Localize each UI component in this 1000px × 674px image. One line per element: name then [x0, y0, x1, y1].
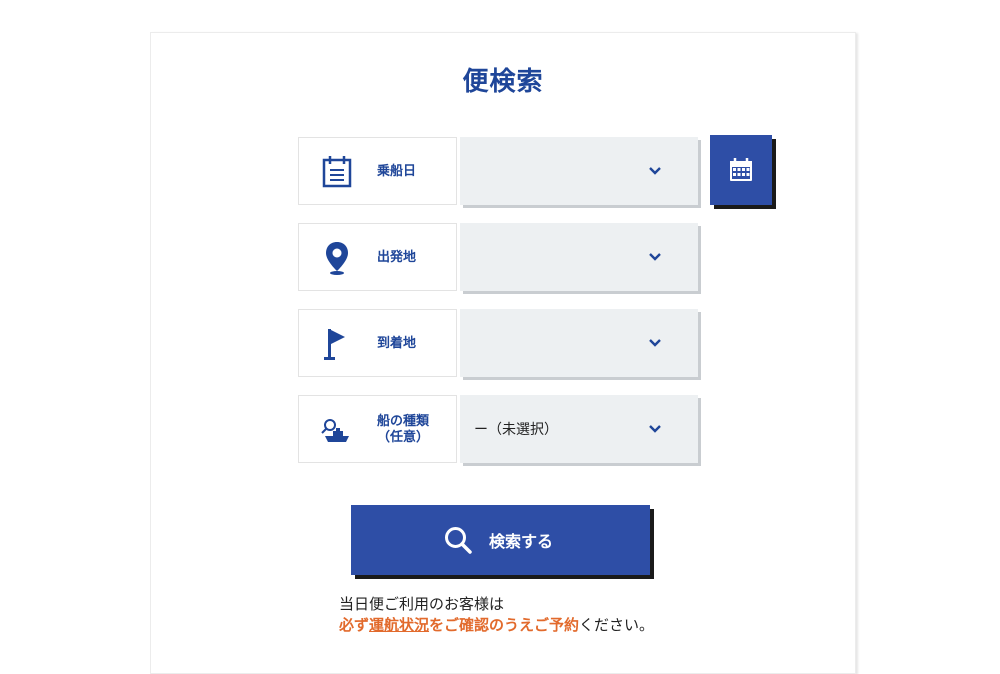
ship-type-label: 船の種類 （任意）	[377, 396, 429, 464]
service-status-link[interactable]: 運航状況	[369, 616, 429, 634]
search-button-label: 検索する	[489, 532, 554, 551]
boarding-date-label: 乗船日	[377, 164, 417, 179]
chevron-down-icon	[649, 253, 661, 261]
flight-search-card: 便検索 乗船日 出発地 到着地 船の種類 （任意） ー（未選択） 検索する 当日…	[150, 32, 856, 674]
arrival-label-box: 到着地	[298, 309, 457, 377]
arrival-label: 到着地	[377, 336, 417, 351]
ship-type-select[interactable]: ー（未選択）	[460, 395, 698, 463]
notice-suffix: をご確認のうえご予約	[429, 616, 580, 634]
departure-label-box: 出発地	[298, 223, 457, 291]
boarding-date-select[interactable]	[460, 137, 698, 205]
arrival-row: 到着地	[298, 309, 701, 379]
page-title: 便検索	[462, 67, 544, 97]
departure-row: 出発地	[298, 223, 701, 293]
ship-type-label-box: 船の種類 （任意）	[298, 395, 457, 463]
chevron-down-icon	[649, 425, 661, 433]
arrival-select[interactable]	[460, 309, 698, 377]
notice-tail: ください。	[579, 616, 655, 634]
notice-prefix: 必ず	[339, 616, 370, 634]
ship-type-row: 船の種類 （任意） ー（未選択）	[298, 395, 701, 465]
departure-select[interactable]	[460, 223, 698, 291]
ship-type-label-line1: 船の種類	[377, 414, 430, 429]
notice-line1: 当日便ご利用のお客様は	[339, 595, 505, 613]
boarding-date-row: 乗船日	[298, 137, 701, 207]
search-icon	[445, 527, 472, 554]
ship-type-value: ー（未選択）	[474, 422, 558, 438]
departure-label: 出発地	[377, 250, 417, 265]
flag-icon	[324, 329, 345, 360]
map-pin-icon	[326, 242, 348, 275]
calendar-icon	[730, 158, 752, 181]
same-day-notice: 当日便ご利用のお客様は 必ず運航状況をご確認のうえご予約ください。	[339, 594, 654, 636]
ship-search-icon	[321, 419, 349, 442]
notice-line2: 必ず運航状況をご確認のうえご予約ください。	[339, 615, 654, 636]
ship-type-label-line2: （任意）	[377, 430, 430, 445]
boarding-date-label-box: 乗船日	[298, 137, 457, 205]
chevron-down-icon	[649, 167, 661, 175]
search-button[interactable]: 検索する	[351, 505, 650, 575]
chevron-down-icon	[649, 339, 661, 347]
calendar-button[interactable]	[710, 135, 772, 205]
calendar-list-icon	[322, 156, 352, 188]
